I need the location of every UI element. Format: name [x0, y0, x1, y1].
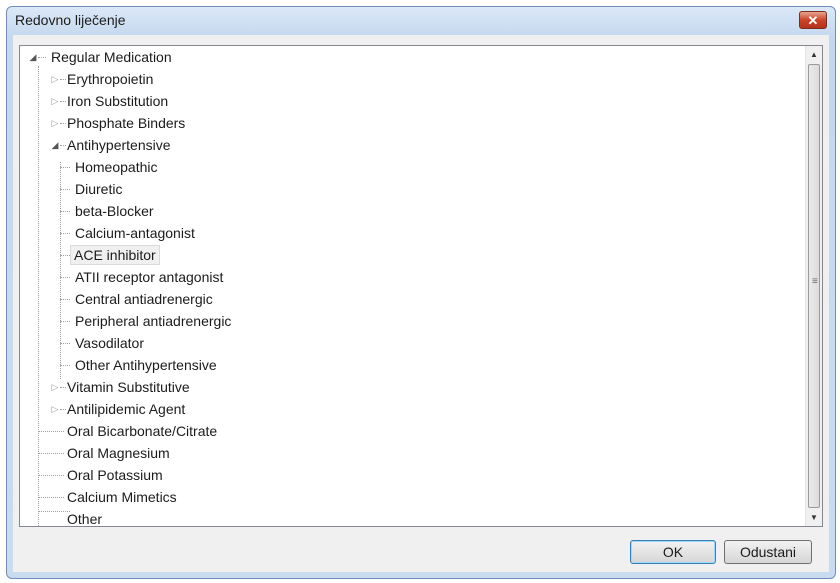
tree-guide: [60, 145, 66, 146]
tree-node-label: Oral Potassium: [67, 467, 163, 483]
tree-guide: [38, 57, 46, 58]
tree-node-erythropoietin[interactable]: ▷ Erythropoietin: [50, 68, 156, 90]
tree-node-atii-receptor-antagonist[interactable]: ATII receptor antagonist: [60, 266, 226, 288]
tree-guide: [60, 101, 66, 102]
tree-node-beta-blocker[interactable]: beta-Blocker: [60, 200, 157, 222]
tree-node-vasodilator[interactable]: Vasodilator: [60, 332, 147, 354]
tree-node-label: beta-Blocker: [75, 203, 154, 219]
tree-node-vitamin-substitutive[interactable]: ▷ Vitamin Substitutive: [50, 376, 193, 398]
tree-guide: [60, 233, 70, 234]
tree-guide: [60, 321, 70, 322]
tree-node-label: Oral Bicarbonate/Citrate: [67, 423, 218, 439]
tree-node-homeopathic[interactable]: Homeopathic: [60, 156, 161, 178]
title-bar[interactable]: Redovno liječenje ✕: [7, 7, 835, 33]
expand-arrow-icon[interactable]: ▷: [50, 118, 60, 128]
dialog-client-area: ◢ Regular Medication ▷ Erythropoietin ▷ …: [13, 35, 829, 572]
tree-node-antihypertensive[interactable]: ◢ Antihypertensive: [50, 134, 174, 156]
tree-guide: [60, 365, 70, 366]
expand-arrow-icon[interactable]: ▷: [50, 74, 60, 84]
tree-node-label: Phosphate Binders: [67, 115, 186, 131]
scroll-down-arrow-icon[interactable]: ▼: [806, 509, 822, 526]
tree-guide: [60, 299, 70, 300]
tree-guide: [38, 475, 64, 476]
tree-node-label: Diuretic: [75, 181, 123, 197]
tree-guide: [60, 211, 70, 212]
tree-node-other[interactable]: Other: [50, 508, 105, 527]
expand-arrow-icon[interactable]: ▷: [50, 96, 60, 106]
grip-icon: ≡: [812, 276, 818, 287]
window-title: Redovno liječenje: [15, 12, 126, 28]
tree-node-label: Other Antihypertensive: [75, 357, 217, 373]
cancel-button[interactable]: Odustani: [724, 540, 812, 564]
tree-node-oral-bicarbonate-citrate[interactable]: Oral Bicarbonate/Citrate: [38, 420, 220, 442]
ok-button[interactable]: OK: [630, 540, 716, 564]
tree-node-label: Iron Substitution: [67, 93, 169, 109]
tree-guide: [38, 497, 64, 498]
tree-guide: [60, 387, 66, 388]
collapse-arrow-icon[interactable]: ◢: [50, 140, 60, 150]
tree-guide: [60, 189, 70, 190]
medication-tree: ◢ Regular Medication ▷ Erythropoietin ▷ …: [19, 45, 823, 527]
tree-node-label: Vasodilator: [75, 335, 145, 351]
tree-node-central-antiadrenergic[interactable]: Central antiadrenergic: [60, 288, 216, 310]
tree-node-label: Oral Magnesium: [67, 445, 170, 461]
expand-arrow-icon[interactable]: ▷: [50, 382, 60, 392]
tree-node-calcium-antagonist[interactable]: Calcium-antagonist: [60, 222, 198, 244]
tree-node-antilipidemic-agent[interactable]: ▷ Antilipidemic Agent: [50, 398, 188, 420]
tree-guide-root: [38, 66, 39, 526]
tree-guide: [60, 343, 70, 344]
tree-node-diuretic[interactable]: Diuretic: [60, 178, 125, 200]
tree-node-label: Regular Medication: [51, 49, 172, 65]
close-button[interactable]: ✕: [799, 11, 827, 29]
tree-node-peripheral-antiadrenergic[interactable]: Peripheral antiadrenergic: [60, 310, 234, 332]
tree-node-iron-substitution[interactable]: ▷ Iron Substitution: [50, 90, 171, 112]
dialog-window: Redovno liječenje ✕ ◢ Regular Medication…: [6, 6, 836, 579]
tree-node-label: Calcium Mimetics: [67, 489, 177, 505]
vertical-scrollbar[interactable]: ▲ ≡ ▼: [805, 46, 822, 526]
tree-guide: [60, 123, 66, 124]
scrollbar-thumb[interactable]: ≡: [808, 64, 820, 508]
tree-node-label: Antilipidemic Agent: [67, 401, 186, 417]
tree-guide: [60, 167, 70, 168]
expand-arrow-icon[interactable]: ▷: [50, 404, 60, 414]
tree-node-label: Peripheral antiadrenergic: [75, 313, 232, 329]
scroll-up-arrow-icon[interactable]: ▲: [806, 46, 822, 63]
tree-node-root[interactable]: ◢ Regular Medication: [28, 46, 175, 68]
tree-node-ace-inhibitor[interactable]: ACE inhibitor: [60, 244, 160, 266]
close-icon: ✕: [807, 12, 819, 28]
tree-node-label: Central antiadrenergic: [75, 291, 213, 307]
tree-node-other-antihypertensive[interactable]: Other Antihypertensive: [60, 354, 220, 376]
tree-node-label: ATII receptor antagonist: [75, 269, 224, 285]
tree-node-label: Erythropoietin: [67, 71, 154, 87]
tree-guide: [38, 453, 64, 454]
tree-node-label: Vitamin Substitutive: [67, 379, 190, 395]
tree-node-oral-potassium[interactable]: Oral Potassium: [38, 464, 166, 486]
tree-guide: [60, 277, 70, 278]
tree-node-oral-magnesium[interactable]: Oral Magnesium: [38, 442, 173, 464]
tree-node-label: Homeopathic: [75, 159, 158, 175]
tree-guide: [38, 431, 64, 432]
tree-node-phosphate-binders[interactable]: ▷ Phosphate Binders: [50, 112, 188, 134]
tree-guide: [60, 255, 70, 256]
collapse-arrow-icon[interactable]: ◢: [28, 52, 38, 62]
tree-node-label: Antihypertensive: [67, 137, 171, 153]
tree-guide: [60, 79, 66, 80]
tree-node-label: Calcium-antagonist: [75, 225, 195, 241]
tree-node-label: ACE inhibitor: [70, 245, 160, 265]
tree-guide: [60, 409, 66, 410]
tree-node-label: Other: [67, 511, 103, 527]
tree-node-calcium-mimetics[interactable]: Calcium Mimetics: [38, 486, 180, 508]
